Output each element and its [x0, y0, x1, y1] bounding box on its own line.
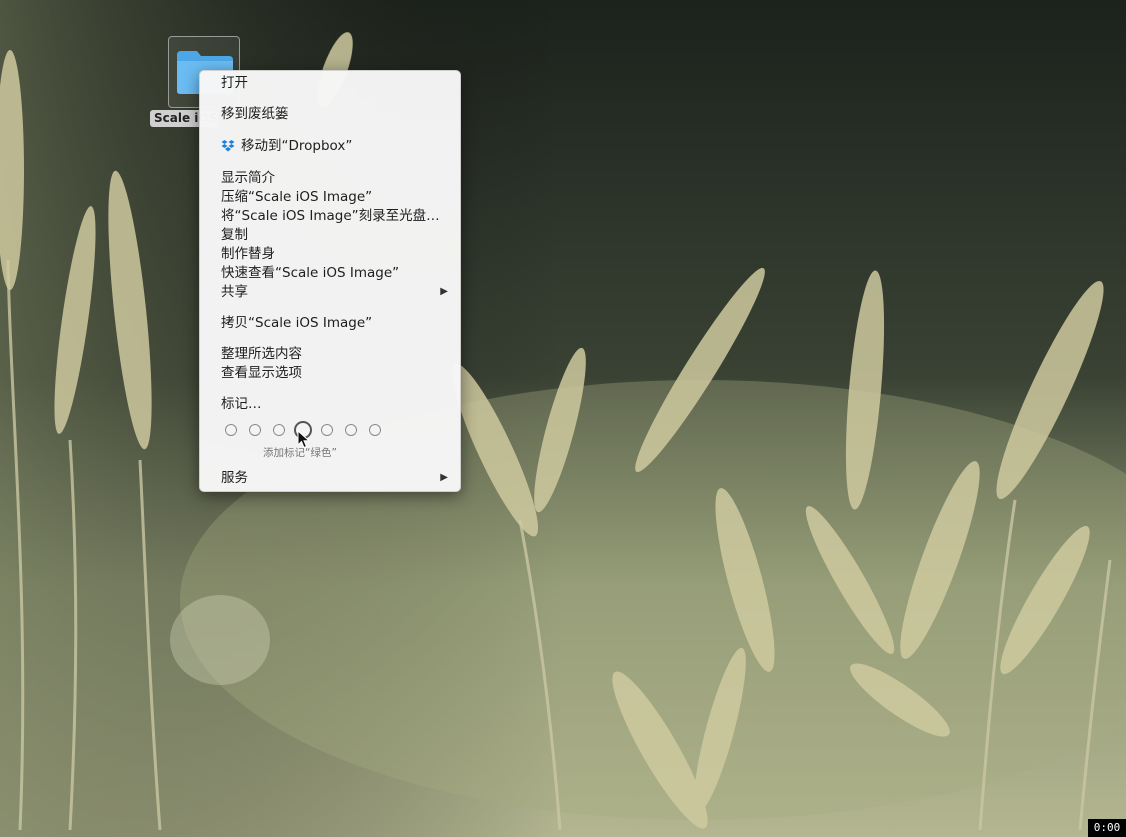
menu-item-quick-look[interactable]: 快速查看“Scale iOS Image”	[221, 264, 399, 283]
services-submenu-arrow-icon: ▶	[440, 472, 448, 483]
menu-item-share[interactable]: 共享	[221, 283, 248, 302]
menu-item-open[interactable]: 打开	[221, 74, 248, 93]
mouse-pointer-icon	[297, 430, 311, 449]
tag-color-blue[interactable]	[321, 424, 333, 436]
menu-item-move-to-dropbox[interactable]: 移动到“Dropbox”	[241, 137, 352, 156]
recording-timer: 0:00	[1088, 819, 1126, 837]
menu-item-tags[interactable]: 标记…	[221, 395, 262, 414]
menu-item-compress[interactable]: 压缩“Scale iOS Image”	[221, 188, 372, 207]
menu-item-duplicate[interactable]: 复制	[221, 226, 248, 245]
tag-color-gray[interactable]	[369, 424, 381, 436]
menu-item-move-to-trash[interactable]: 移到废纸篓	[221, 105, 289, 124]
dropbox-icon	[221, 140, 235, 152]
menu-item-make-alias[interactable]: 制作替身	[221, 245, 275, 264]
tag-color-red[interactable]	[225, 424, 237, 436]
share-submenu-arrow-icon: ▶	[440, 286, 448, 297]
menu-item-get-info[interactable]: 显示简介	[221, 169, 275, 188]
tag-color-yellow[interactable]	[273, 424, 285, 436]
tag-color-purple[interactable]	[345, 424, 357, 436]
menu-item-show-view-options[interactable]: 查看显示选项	[221, 364, 302, 383]
menu-item-burn-to-disc[interactable]: 将“Scale iOS Image”刻录至光盘…	[221, 207, 440, 226]
context-menu: 打开 移到废纸篓 移动到“Dropbox” 显示简介 压缩“Scale iOS …	[199, 70, 461, 492]
menu-item-clean-up-selection[interactable]: 整理所选内容	[221, 345, 302, 364]
menu-item-services[interactable]: 服务	[221, 469, 248, 488]
menu-item-copy[interactable]: 拷贝“Scale iOS Image”	[221, 314, 372, 333]
tag-color-orange[interactable]	[249, 424, 261, 436]
